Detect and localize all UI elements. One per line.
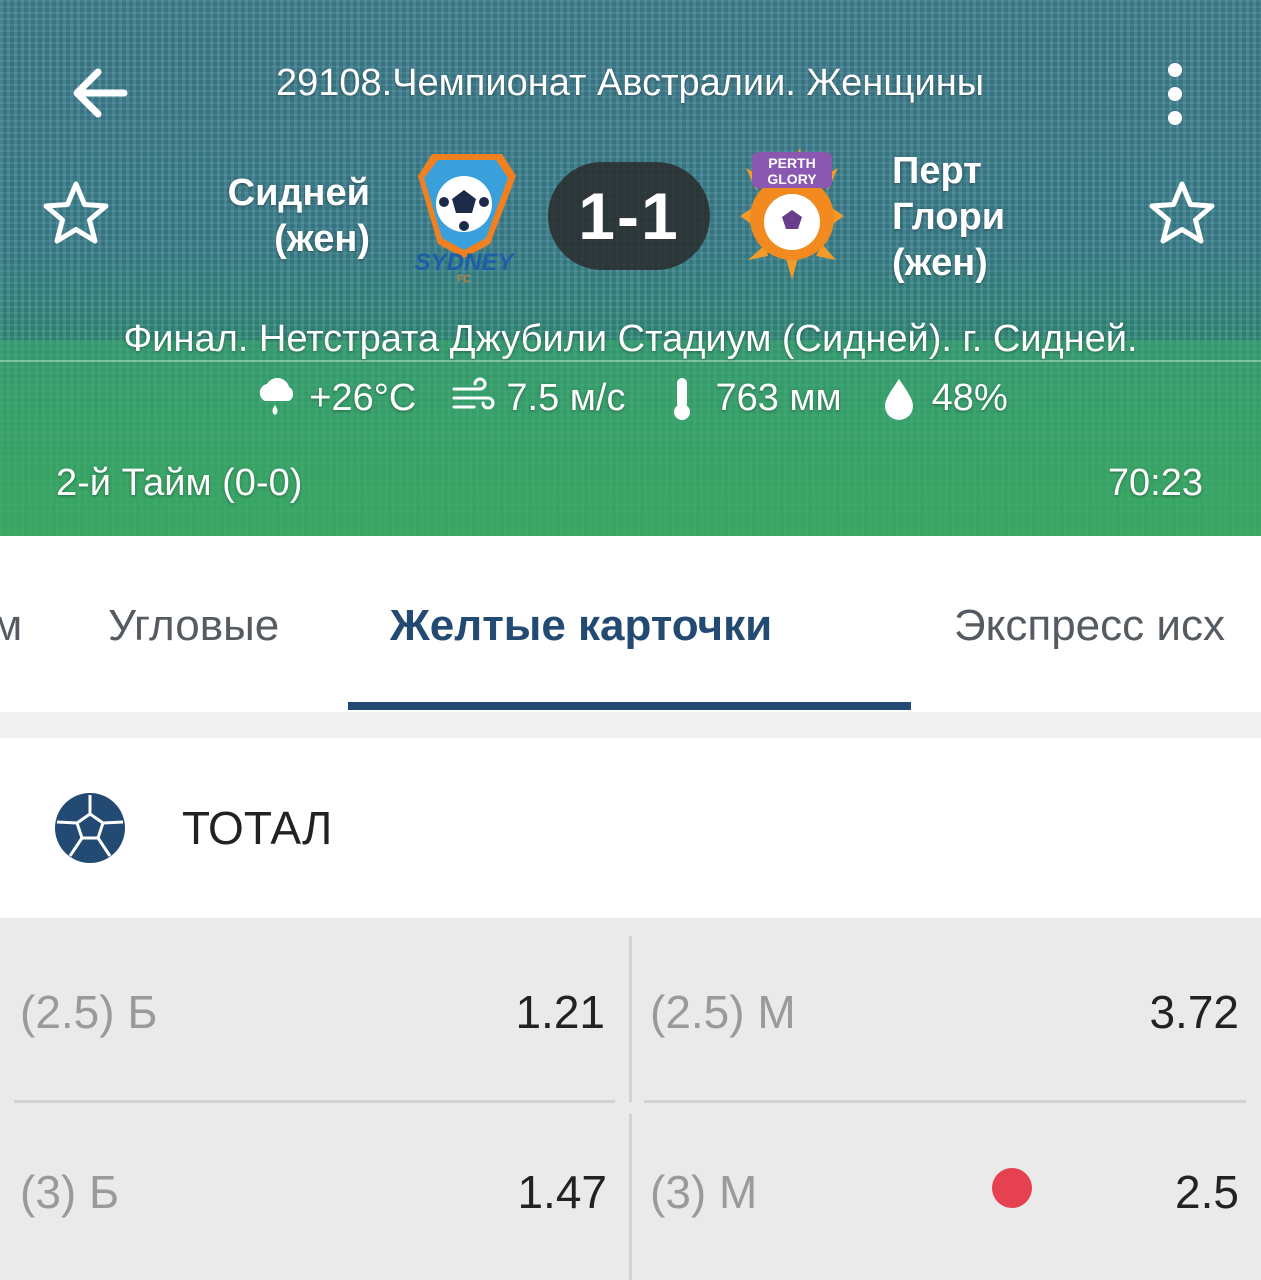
humidity-value: 48% [931, 376, 1008, 419]
away-team-name: Перт Глори (жен) [892, 148, 1112, 286]
odd-label: (3) Б [20, 1166, 120, 1218]
league-title: 29108.Чемпионат Австралии. Женщины [275, 62, 985, 104]
away-team-name-line3: (жен) [892, 242, 988, 284]
odd-label: (3) М [650, 1166, 758, 1218]
odd-cell-under-3[interactable]: (3) М 2.5 [632, 1102, 1261, 1280]
odd-value: 3.72 [1149, 986, 1239, 1038]
favorite-away-star-icon[interactable] [1146, 178, 1218, 250]
thermometer-icon [659, 375, 705, 421]
away-team-name-line1: Перт [892, 150, 982, 192]
away-logo-text-2: GLORY [767, 171, 817, 187]
odd-value: 2.5 [1175, 1166, 1239, 1218]
rain-cloud-icon [253, 375, 299, 421]
odd-label: (2.5) Б [20, 986, 158, 1038]
favorite-home-star-icon[interactable] [40, 178, 112, 250]
more-vert-icon[interactable] [1150, 58, 1200, 130]
odds-change-dot [992, 1168, 1032, 1208]
match-time: 70:23 [1107, 462, 1203, 504]
pitch-background [0, 340, 1261, 536]
active-tab-indicator [348, 702, 911, 710]
tab-express[interactable]: Экспресс исх [954, 598, 1225, 654]
wind-value: 7.5 м/с [506, 376, 626, 419]
odd-cell-under-2-5[interactable]: (2.5) М 3.72 [632, 918, 1261, 1096]
odd-cell-over-3[interactable]: (3) Б 1.47 [0, 1102, 629, 1280]
market-header[interactable]: ТОТАЛ [0, 738, 1261, 918]
odds-grid: (2.5) Б 1.21 (2.5) М 3.72 (3) Б 1.47 (3)… [0, 918, 1261, 1280]
wind-icon [450, 375, 496, 421]
odd-value: 1.21 [515, 986, 605, 1038]
odd-value: 1.47 [517, 1166, 607, 1218]
tab-partial[interactable]: м [0, 598, 22, 654]
section-divider [0, 712, 1261, 738]
market-tabs: м Угловые Желтые карточки Экспресс исх [0, 536, 1261, 712]
column-divider [629, 936, 632, 1102]
temperature-value: +26°C [309, 376, 417, 419]
column-divider [629, 1114, 632, 1280]
match-venue: Финал. Нетстрата Джубили Стадиум (Сидней… [123, 318, 1138, 360]
home-logo-sub: FC [457, 274, 470, 284]
match-score: 1-1 [548, 162, 710, 270]
market-title: ТОТАЛ [182, 802, 333, 854]
weather-bar: +26°C 7.5 м/с 763 мм 48% [0, 372, 1261, 424]
match-header: 29108.Чемпионат Австралии. Женщины Сидне… [0, 0, 1261, 536]
soccer-ball-icon [54, 792, 126, 864]
home-team-name-line1: Сидней [227, 172, 370, 214]
humidity-drop-icon [876, 375, 922, 421]
odd-label: (2.5) М [650, 986, 796, 1038]
away-team-name-line2: Глори [892, 196, 1006, 238]
home-team-logo: SYDNEY FC [392, 146, 536, 285]
odd-cell-over-2-5[interactable]: (2.5) Б 1.21 [0, 918, 629, 1096]
tab-yellow-cards[interactable]: Желтые карточки [390, 598, 772, 654]
home-team-name-line2: (жен) [274, 218, 370, 260]
away-logo-text-1: PERTH [768, 155, 815, 171]
pressure-value: 763 мм [715, 376, 842, 419]
tab-corners[interactable]: Угловые [108, 598, 279, 654]
away-team-logo: PERTH GLORY [740, 146, 844, 288]
back-arrow-icon[interactable] [64, 58, 134, 128]
home-logo-text: SYDNEY [415, 249, 516, 276]
home-team-name: Сидней (жен) [190, 170, 370, 262]
match-period: 2-й Тайм (0-0) [56, 462, 303, 504]
